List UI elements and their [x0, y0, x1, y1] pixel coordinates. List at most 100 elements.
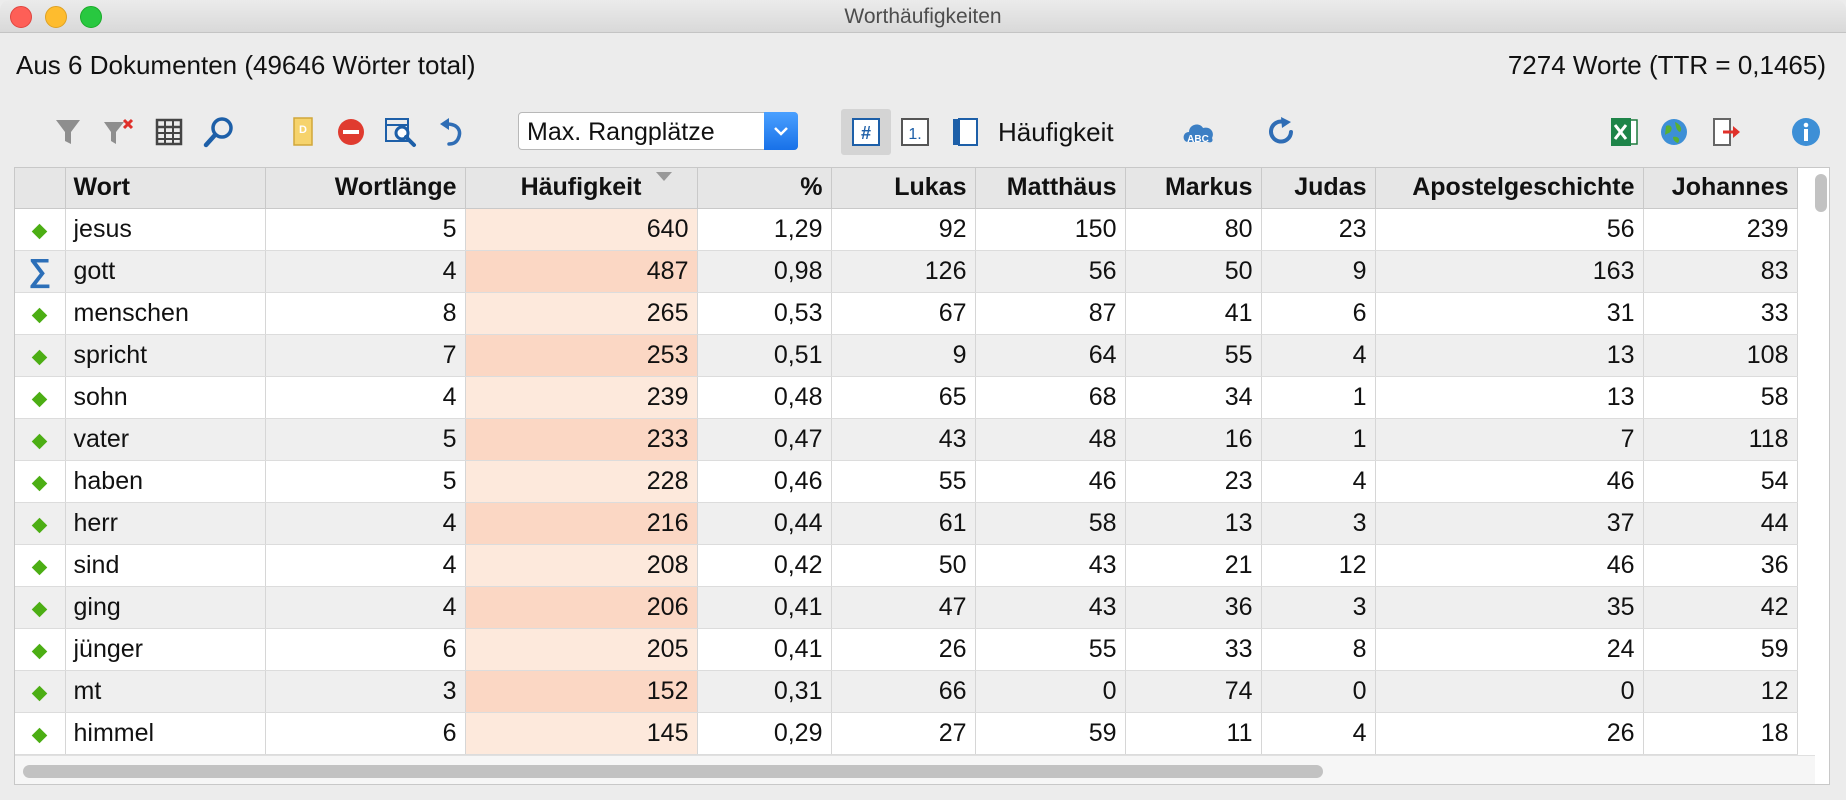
- cell-wortlaenge: 4: [265, 250, 466, 293]
- table-body: jesus 5 640 1,29 92 150 80 23 56 239 ∑ gott 4 487 0,98…: [15, 208, 1798, 755]
- cell-lukas: 50: [831, 544, 976, 587]
- filter-button[interactable]: [49, 112, 87, 152]
- cell-wortlaenge: 5: [265, 418, 466, 461]
- document-icon: [953, 118, 978, 146]
- green-diamond-icon: [31, 475, 48, 491]
- sigma-icon: ∑: [28, 252, 52, 288]
- table-row[interactable]: sohn 4 239 0,48 65 68 34 1 13 58: [15, 376, 1798, 419]
- cell-percent: 0,41: [697, 628, 832, 671]
- column-header-judas[interactable]: Judas: [1261, 168, 1376, 209]
- cell-lukas: 65: [831, 376, 976, 419]
- cell-markus: 36: [1125, 586, 1262, 629]
- row-marker-cell: [15, 334, 66, 377]
- cell-matthaeus: 58: [975, 502, 1126, 545]
- table-row[interactable]: menschen 8 265 0,53 67 87 41 6 31 33: [15, 292, 1798, 335]
- cell-matthaeus: 87: [975, 292, 1126, 335]
- columns-button[interactable]: [150, 112, 188, 152]
- cell-wortlaenge: 4: [265, 586, 466, 629]
- table-row[interactable]: ging 4 206 0,41 47 43 36 3 35 42: [15, 586, 1798, 629]
- search-button[interactable]: [200, 112, 238, 152]
- cell-wortlaenge: 5: [265, 208, 466, 251]
- cell-wortlaenge: 4: [265, 376, 466, 419]
- cell-markus: 74: [1125, 670, 1262, 713]
- table-row[interactable]: jesus 5 640 1,29 92 150 80 23 56 239: [15, 208, 1798, 251]
- cell-apostelgeschichte: 35: [1375, 586, 1644, 629]
- cell-matthaeus: 43: [975, 586, 1126, 629]
- undo-button[interactable]: [433, 112, 471, 152]
- chevron-down-icon[interactable]: [764, 112, 798, 150]
- green-diamond-icon: [31, 433, 48, 449]
- column-header-wortlaenge[interactable]: Wortlänge: [265, 168, 466, 209]
- vertical-scrollbar[interactable]: [1815, 174, 1827, 212]
- table-row[interactable]: haben 5 228 0,46 55 46 23 4 46 54: [15, 460, 1798, 503]
- clear-filter-button[interactable]: [99, 112, 137, 152]
- column-header-wort[interactable]: Wort: [65, 168, 266, 209]
- word-frequency-window: Worthäufigkeiten Aus 6 Dokumenten (49646…: [0, 0, 1846, 800]
- horizontal-scrollbar[interactable]: [23, 765, 1323, 778]
- cell-matthaeus: 56: [975, 250, 1126, 293]
- word-cloud-button[interactable]: ABC: [1179, 112, 1217, 152]
- cell-judas: 6: [1261, 292, 1376, 335]
- cell-wort: herr: [65, 502, 266, 545]
- cell-lukas: 126: [831, 250, 976, 293]
- table-row[interactable]: ∑ gott 4 487 0,98 126 56 50 9 163 83: [15, 250, 1798, 293]
- refresh-button[interactable]: [1262, 112, 1300, 152]
- table-row[interactable]: sind 4 208 0,42 50 43 21 12 46 36: [15, 544, 1798, 587]
- cell-percent: 0,48: [697, 376, 832, 419]
- cell-judas: 1: [1261, 418, 1376, 461]
- web-export-button[interactable]: [1655, 112, 1693, 152]
- document-view-button[interactable]: [946, 112, 984, 152]
- cell-judas: 12: [1261, 544, 1376, 587]
- cell-wortlaenge: 5: [265, 460, 466, 503]
- row-marker-cell: [15, 292, 66, 335]
- cell-johannes: 108: [1643, 334, 1798, 377]
- cell-judas: 4: [1261, 334, 1376, 377]
- cell-matthaeus: 0: [975, 670, 1126, 713]
- rank-view-button[interactable]: 1.: [896, 112, 934, 152]
- green-diamond-icon: [31, 601, 48, 617]
- row-marker-cell: ∑: [15, 250, 66, 293]
- table-row[interactable]: jünger 6 205 0,41 26 55 33 8 24 59: [15, 628, 1798, 671]
- cell-markus: 41: [1125, 292, 1262, 335]
- cell-matthaeus: 48: [975, 418, 1126, 461]
- table-row[interactable]: mt 3 152 0,31 66 0 74 0 0 12: [15, 670, 1798, 713]
- max-rank-dropdown[interactable]: Max. Rangplätze: [518, 112, 798, 150]
- green-diamond-icon: [31, 685, 48, 701]
- stoplist-button[interactable]: [332, 112, 370, 152]
- green-diamond-icon: [31, 223, 48, 239]
- cell-matthaeus: 59: [975, 712, 1126, 755]
- column-header-markus[interactable]: Markus: [1125, 168, 1262, 209]
- cell-haeufigkeit: 228: [465, 460, 698, 503]
- export-button[interactable]: [1707, 112, 1745, 152]
- column-header-johannes[interactable]: Johannes: [1643, 168, 1798, 209]
- column-header-matthaeus[interactable]: Matthäus: [975, 168, 1126, 209]
- table-row[interactable]: vater 5 233 0,47 43 48 16 1 7 118: [15, 418, 1798, 461]
- column-header-percent[interactable]: %: [697, 168, 832, 209]
- word-frequency-table[interactable]: Wort Wortlänge Häufigkeit % Lukas Matthä…: [14, 167, 1830, 785]
- cell-apostelgeschichte: 46: [1375, 544, 1644, 587]
- cell-percent: 0,44: [697, 502, 832, 545]
- cell-markus: 50: [1125, 250, 1262, 293]
- cell-matthaeus: 43: [975, 544, 1126, 587]
- cell-markus: 55: [1125, 334, 1262, 377]
- cell-johannes: 42: [1643, 586, 1798, 629]
- green-diamond-icon: [31, 559, 48, 575]
- cell-judas: 9: [1261, 250, 1376, 293]
- frequency-view-button[interactable]: #: [841, 109, 891, 155]
- column-header-haeufigkeit[interactable]: Häufigkeit: [465, 168, 698, 209]
- table-row[interactable]: spricht 7 253 0,51 9 64 55 4 13 108: [15, 334, 1798, 377]
- cell-percent: 0,42: [697, 544, 832, 587]
- table-row[interactable]: herr 4 216 0,44 61 58 13 3 37 44: [15, 502, 1798, 545]
- info-button[interactable]: [1787, 112, 1825, 152]
- column-header-lukas[interactable]: Lukas: [831, 168, 976, 209]
- cell-johannes: 18: [1643, 712, 1798, 755]
- column-header-apostelgeschichte[interactable]: Apostelgeschichte: [1375, 168, 1644, 209]
- cell-matthaeus: 150: [975, 208, 1126, 251]
- table-row[interactable]: himmel 6 145 0,29 27 59 11 4 26 18: [15, 712, 1798, 755]
- excel-export-button[interactable]: [1605, 112, 1643, 152]
- row-marker-cell: [15, 208, 66, 251]
- search-results-button[interactable]: [382, 112, 420, 152]
- cell-johannes: 58: [1643, 376, 1798, 419]
- cell-johannes: 54: [1643, 460, 1798, 503]
- dictionary-button[interactable]: D: [284, 112, 322, 152]
